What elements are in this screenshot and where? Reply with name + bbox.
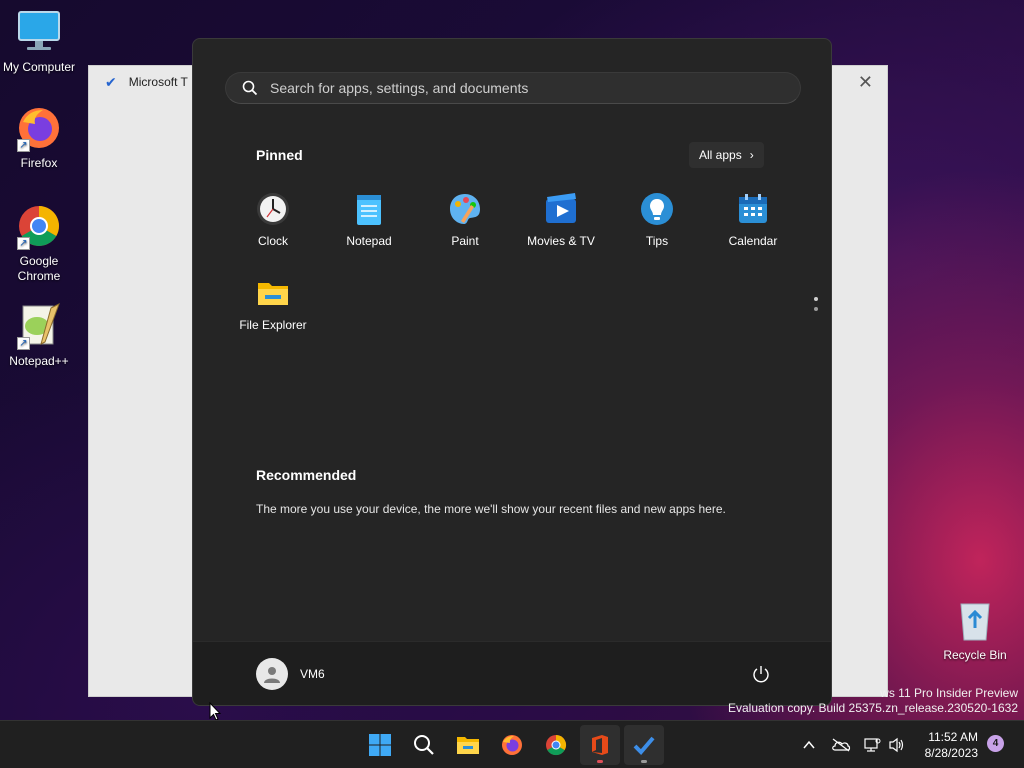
- taskbar-chrome[interactable]: [536, 725, 576, 765]
- clock-date: 8/28/2023: [924, 746, 978, 760]
- start-icon: [369, 734, 391, 756]
- pinned-title: Pinned: [256, 147, 303, 163]
- app-label: Calendar: [728, 234, 778, 248]
- desktop-icon-label: Firefox: [20, 156, 58, 170]
- computer-icon: [15, 8, 63, 56]
- pinned-app-paint[interactable]: Paint: [417, 177, 513, 253]
- pinned-app-tips[interactable]: Tips: [609, 177, 705, 253]
- search-icon: [414, 735, 434, 755]
- running-indicator: [597, 760, 603, 763]
- desktop-icon-label: My Computer: [2, 60, 76, 74]
- clock-time: 11:52 AM: [928, 730, 978, 744]
- todo-check-icon: ✔: [105, 73, 117, 90]
- all-apps-label: All apps: [699, 148, 742, 162]
- chevron-up-icon[interactable]: [799, 735, 819, 755]
- taskbar-file-explorer[interactable]: [448, 725, 488, 765]
- volume-icon[interactable]: [887, 735, 907, 755]
- chrome-icon: ↗: [15, 202, 63, 250]
- user-account-button[interactable]: VM6: [256, 658, 325, 690]
- desktop-icon-recycle-bin[interactable]: Recycle Bin: [936, 596, 1014, 663]
- watermark-line2: Evaluation copy. Build 25375.zn_release.…: [728, 701, 1018, 715]
- window-title: Microsoft T: [128, 75, 188, 89]
- file-explorer-icon: [457, 737, 479, 754]
- page-dot-active: [814, 297, 818, 301]
- page-dot: [814, 307, 818, 311]
- running-indicator: [641, 760, 647, 763]
- taskbar-search-button[interactable]: [404, 725, 444, 765]
- recommended-title: Recommended: [256, 467, 357, 483]
- start-menu: Pinned All apps › Clock Notepad Paint Mo…: [192, 38, 832, 706]
- pinned-app-movies-tv[interactable]: Movies & TV: [513, 177, 609, 253]
- pinned-app-calendar[interactable]: Calendar: [705, 177, 801, 253]
- shortcut-arrow-icon: ↗: [17, 337, 30, 350]
- desktop-icon-label: Recycle Bin: [943, 648, 1007, 662]
- app-label: Tips: [645, 234, 669, 248]
- onedrive-icon[interactable]: [831, 735, 851, 755]
- notepad-icon: [351, 191, 387, 227]
- calendar-icon: [735, 191, 771, 227]
- start-button[interactable]: [360, 725, 400, 765]
- desktop-icon-label: Notepad++: [9, 354, 69, 368]
- firefox-icon: [502, 735, 522, 755]
- tips-icon: [639, 191, 675, 227]
- taskbar-office[interactable]: [580, 725, 620, 765]
- movies-tv-icon: [543, 191, 579, 227]
- avatar: [256, 658, 288, 690]
- page-indicator[interactable]: [814, 297, 818, 311]
- start-footer: VM6: [193, 641, 831, 705]
- taskbar-clock[interactable]: 11:52 AM 8/28/2023: [918, 729, 978, 761]
- paint-icon: [447, 191, 483, 227]
- app-label: Paint: [451, 234, 479, 248]
- recycle-bin-icon: [951, 596, 999, 644]
- pinned-app-file-explorer[interactable]: File Explorer: [225, 261, 321, 337]
- search-input[interactable]: [270, 80, 770, 96]
- pinned-app-clock[interactable]: Clock: [225, 177, 321, 253]
- office-icon: [592, 735, 608, 755]
- app-label: File Explorer: [239, 318, 307, 332]
- watermark-line1: ws 11 Pro Insider Preview: [880, 686, 1018, 700]
- chevron-right-icon: ›: [749, 148, 754, 162]
- chrome-icon: [546, 734, 567, 756]
- notification-badge[interactable]: 4: [987, 735, 1004, 752]
- mouse-cursor-icon: [209, 702, 221, 721]
- shortcut-arrow-icon: ↗: [17, 139, 30, 152]
- file-explorer-icon: [255, 275, 291, 311]
- desktop-icon-my-computer[interactable]: My Computer: [0, 8, 78, 75]
- user-name: VM6: [300, 667, 325, 681]
- taskbar-todo[interactable]: [624, 725, 664, 765]
- app-label: Movies & TV: [527, 234, 595, 248]
- search-icon: [242, 80, 258, 96]
- taskbar-firefox[interactable]: [492, 725, 532, 765]
- app-label: Notepad: [346, 234, 392, 248]
- search-box[interactable]: [225, 72, 801, 104]
- notepadpp-icon: ↗: [15, 302, 63, 350]
- taskbar: 11:52 AM 8/28/2023: [0, 720, 1024, 768]
- clock-icon: [255, 191, 291, 227]
- shortcut-arrow-icon: ↗: [17, 237, 30, 250]
- close-icon[interactable]: ✕: [858, 73, 873, 91]
- recommended-text: The more you use your device, the more w…: [256, 502, 726, 516]
- power-icon[interactable]: [751, 664, 771, 684]
- desktop-icon-label: Google Chrome: [17, 254, 61, 283]
- firefox-icon: ↗: [15, 104, 63, 152]
- network-icon[interactable]: [862, 735, 882, 755]
- all-apps-button[interactable]: All apps ›: [689, 142, 764, 168]
- pinned-app-notepad[interactable]: Notepad: [321, 177, 417, 253]
- desktop-icon-notepadpp[interactable]: ↗ Notepad++: [0, 302, 78, 369]
- desktop-icon-google-chrome[interactable]: ↗ Google Chrome: [0, 202, 78, 284]
- app-label: Clock: [257, 234, 288, 248]
- todo-icon: [633, 736, 655, 755]
- desktop-icon-firefox[interactable]: ↗ Firefox: [0, 104, 78, 171]
